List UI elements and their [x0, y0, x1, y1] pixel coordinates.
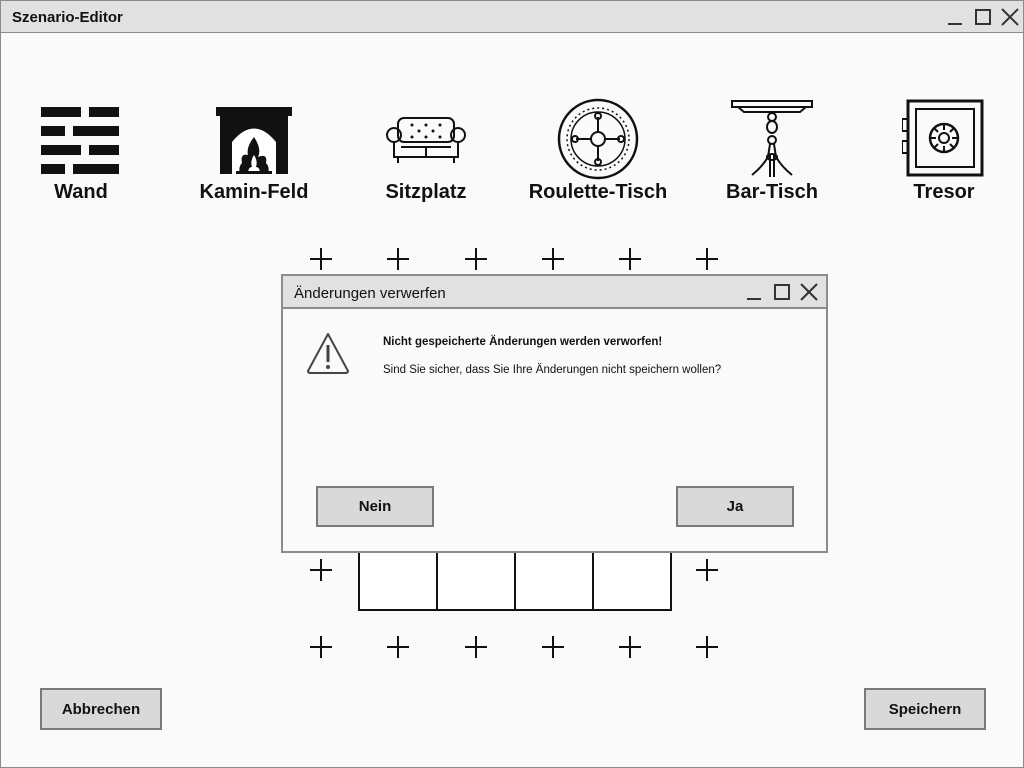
add-cell-plus-icon[interactable]: [463, 634, 489, 660]
cancel-button[interactable]: Abbrechen: [40, 688, 162, 730]
palette-label: Roulette-Tisch: [528, 181, 668, 203]
dialog-titlebar: Änderungen verwerfen: [283, 276, 826, 309]
add-cell-plus-icon[interactable]: [617, 634, 643, 660]
sofa-icon: [386, 117, 466, 163]
add-cell-plus-icon[interactable]: [308, 557, 334, 583]
palette-item-tresor[interactable]: Tresor: [869, 97, 1019, 207]
palette-label: Bar-Tisch: [726, 181, 818, 203]
palette-item-kamin-feld[interactable]: Kamin-Feld: [179, 97, 329, 207]
window-title: Szenario-Editor: [12, 9, 123, 26]
add-cell-plus-icon[interactable]: [694, 246, 720, 272]
palette-label: Wand: [54, 181, 108, 203]
palette-item-bar-tisch[interactable]: Bar-Tisch: [697, 97, 847, 207]
bar-table-icon: [731, 100, 813, 177]
add-cell-plus-icon[interactable]: [308, 634, 334, 660]
palette-label: Kamin-Feld: [199, 181, 309, 203]
minimize-icon[interactable]: [745, 284, 763, 302]
add-cell-plus-icon[interactable]: [540, 246, 566, 272]
close-icon[interactable]: [1001, 8, 1019, 26]
brick-wall-icon: [41, 107, 119, 174]
palette-label: Sitzplatz: [385, 181, 467, 203]
add-cell-plus-icon[interactable]: [385, 246, 411, 272]
maximize-icon[interactable]: [773, 283, 791, 301]
warning-icon: [307, 333, 349, 374]
add-cell-plus-icon[interactable]: [617, 246, 643, 272]
roulette-wheel-icon: [557, 98, 639, 180]
add-cell-plus-icon[interactable]: [385, 634, 411, 660]
palette-item-sitzplatz[interactable]: Sitzplatz: [351, 97, 501, 207]
dialog-message-strong: Nicht gespeicherte Änderungen werden ver…: [383, 336, 663, 348]
add-cell-plus-icon[interactable]: [694, 557, 720, 583]
yes-button[interactable]: Ja: [676, 486, 794, 527]
scenario-editor-window: Szenario-Editor Wand Kamin-Feld Sitzplat…: [0, 0, 1024, 768]
add-cell-plus-icon[interactable]: [308, 246, 334, 272]
dialog-title: Änderungen verwerfen: [294, 285, 446, 302]
palette-label: Tresor: [913, 181, 975, 203]
discard-changes-dialog: Änderungen verwerfen Nicht gespeicherte …: [281, 274, 828, 553]
close-icon[interactable]: [800, 283, 818, 301]
no-button[interactable]: Nein: [316, 486, 434, 527]
fireplace-icon: [216, 107, 292, 174]
minimize-icon[interactable]: [946, 9, 964, 27]
palette-item-roulette-tisch[interactable]: Roulette-Tisch: [523, 97, 673, 207]
palette-item-wand[interactable]: Wand: [6, 97, 156, 207]
add-cell-plus-icon[interactable]: [463, 246, 489, 272]
maximize-icon[interactable]: [974, 8, 992, 26]
save-button[interactable]: Speichern: [864, 688, 986, 730]
add-cell-plus-icon[interactable]: [694, 634, 720, 660]
safe-icon: [902, 99, 984, 177]
dialog-message: Sind Sie sicher, dass Sie Ihre Änderunge…: [383, 364, 722, 376]
add-cell-plus-icon[interactable]: [540, 634, 566, 660]
window-titlebar: Szenario-Editor: [1, 1, 1023, 33]
